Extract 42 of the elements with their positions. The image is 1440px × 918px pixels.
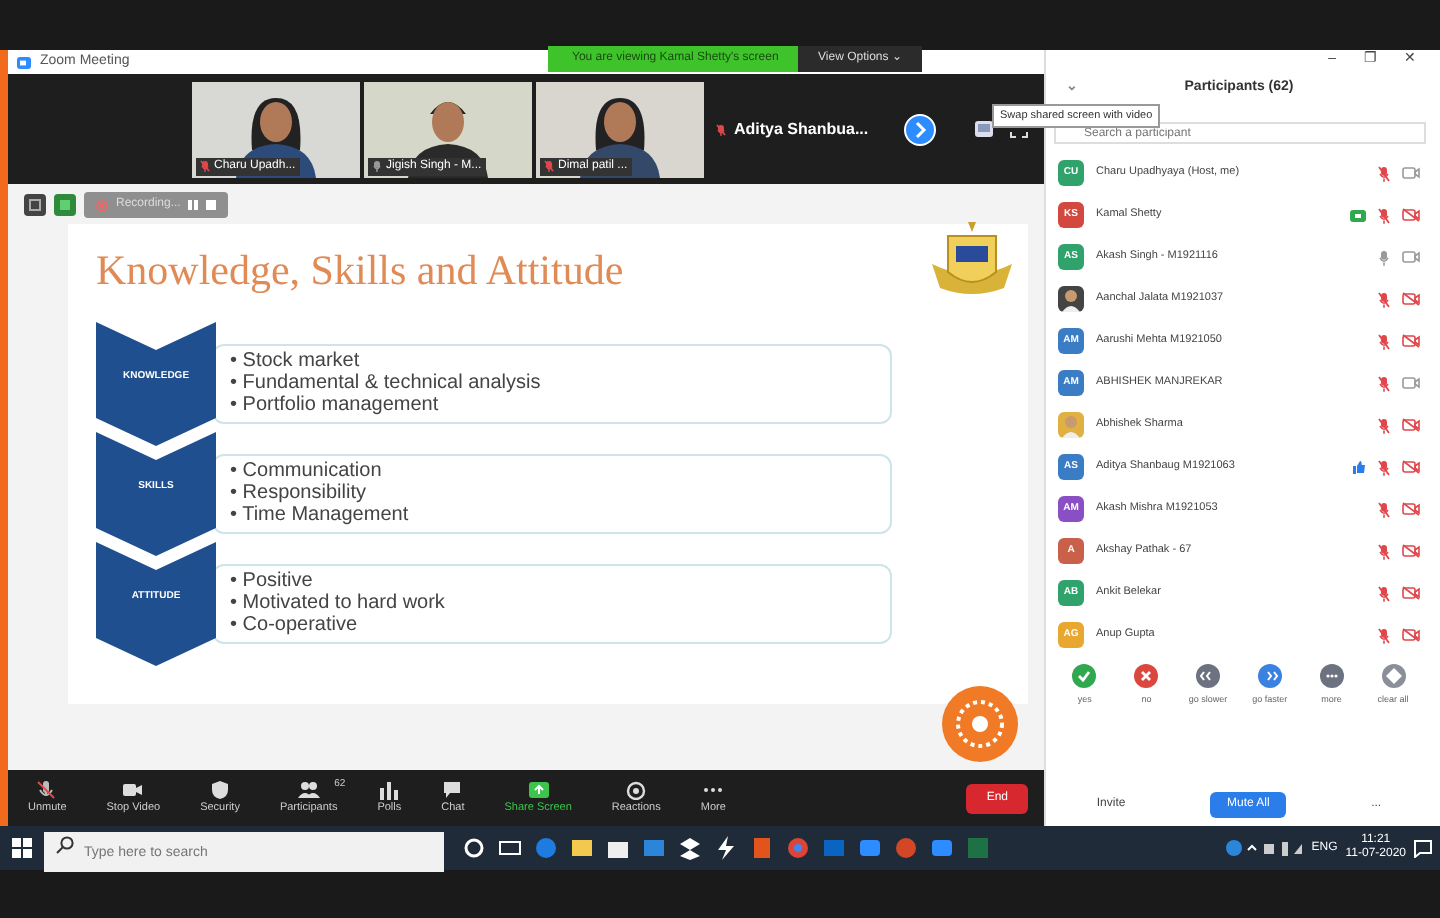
- next-page-icon[interactable]: [904, 113, 936, 145]
- bullet-item: • Positive: [230, 570, 315, 592]
- bullet-item: • Fundamental & technical analysis: [230, 372, 543, 394]
- box-icon[interactable]: [676, 834, 704, 862]
- bullet-item: • Time Management: [230, 504, 411, 526]
- search-icon: [56, 835, 74, 854]
- stop-icon[interactable]: [206, 200, 217, 210]
- bar-chart-icon: [378, 779, 401, 800]
- bullet-item: • Motivated to hard work: [230, 592, 447, 614]
- chevron-shape: [96, 431, 216, 555]
- pause-icon[interactable]: [188, 200, 199, 210]
- browser-icon[interactable]: [532, 834, 560, 862]
- chat-bubble-icon: [441, 779, 464, 800]
- video-app-icon[interactable]: [856, 834, 884, 862]
- video-app-icon[interactable]: [928, 834, 956, 862]
- folder-icon[interactable]: [568, 834, 596, 862]
- chevron-shape: [96, 321, 216, 445]
- grid-icon[interactable]: [24, 194, 46, 216]
- lightning-icon[interactable]: [712, 834, 740, 862]
- bullet-item: • Communication: [230, 460, 384, 482]
- shield-icon: [209, 779, 232, 800]
- people-icon: [297, 779, 320, 800]
- swap-screen-icon[interactable]: [974, 120, 994, 138]
- zoom-logo-icon: [16, 55, 32, 69]
- chevron-shape: [96, 541, 216, 665]
- tray-icons-drawing[interactable]: [1223, 838, 1304, 858]
- mail-icon[interactable]: [640, 834, 668, 862]
- bullet-item: • Responsibility: [230, 482, 368, 504]
- video-camera-icon: [122, 779, 145, 800]
- spreadsheet-icon[interactable]: [964, 834, 992, 862]
- bullet-item: • Stock market: [230, 350, 362, 372]
- record-icon: [96, 199, 108, 211]
- notifications-icon[interactable]: [1414, 839, 1432, 857]
- annotate-icon[interactable]: [54, 194, 76, 216]
- bullet-item: • Co-operative: [230, 614, 360, 636]
- reaction-icon: [625, 779, 648, 800]
- bullet-item: • Portfolio management: [230, 394, 441, 416]
- speaker-name: Aditya Shanbua...: [734, 117, 869, 141]
- muted-mic-icon: [36, 779, 59, 800]
- slide-title: Knowledge, Skills and Attitude: [96, 244, 624, 298]
- share-screen-icon: [527, 779, 550, 800]
- slides-app-icon[interactable]: [892, 834, 920, 862]
